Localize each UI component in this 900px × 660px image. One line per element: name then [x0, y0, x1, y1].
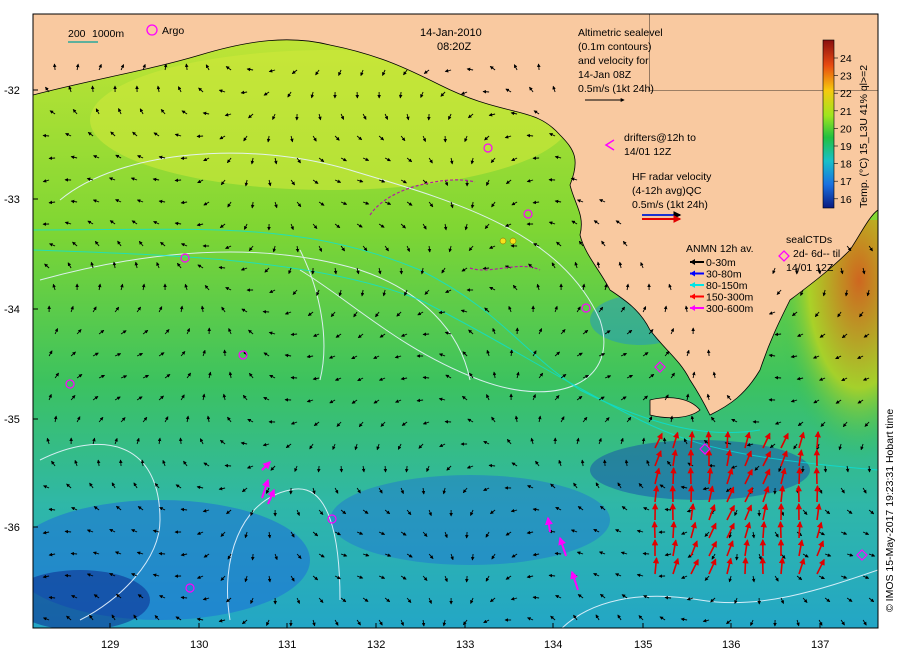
altimetry-line-5: 0.5m/s (1kt 24h) [578, 83, 654, 95]
scale-label-1000m: 1000m [92, 28, 124, 40]
colorbar-ramp [822, 39, 835, 209]
colorbar-tick-label: 17 [840, 176, 852, 188]
anmn-legend-label: 300-600m [706, 303, 754, 315]
x-tick-label: 136 [722, 639, 740, 651]
x-tick-label: 134 [544, 639, 562, 651]
y-tick-label: -34 [4, 304, 20, 316]
plot-area [33, 14, 878, 628]
drifters-line-2: 14/01 12Z [624, 146, 672, 158]
anmn-title: ANMN 12h av. [686, 243, 754, 255]
anmn-legend-label: 30-80m [706, 269, 742, 281]
altimetry-line-1: Altimetric sealevel [578, 27, 663, 39]
x-tick-label: 130 [190, 639, 208, 651]
x-tick-label: 131 [278, 639, 296, 651]
altimetry-line-3: and velocity for [578, 55, 649, 67]
altimetry-line-4: 14-Jan 08Z [578, 69, 632, 81]
colorbar-tick-label: 23 [840, 71, 852, 83]
credit-text: © IMOS 15-May-2017 19:23:31 Hobart time [884, 409, 896, 612]
y-tick-label: -35 [4, 414, 20, 426]
sealctd-title: sealCTDs [786, 234, 832, 246]
sealctd-line-1: 2d- 6d-- til [793, 248, 840, 260]
colorbar-tick-label: 20 [840, 123, 852, 135]
x-tick-label: 135 [634, 639, 652, 651]
hf-line-2: (4-12h avg)QC [632, 185, 702, 197]
x-tick-label: 133 [456, 639, 474, 651]
hf-line-1: HF radar velocity [632, 171, 712, 183]
colorbar-tick-label: 22 [840, 88, 852, 100]
x-tick-label: 137 [811, 639, 829, 651]
colorbar-tick-label: 18 [840, 159, 852, 171]
anmn-legend-label: 0-30m [706, 257, 736, 269]
altimetry-line-2: (0.1m contours) [578, 41, 652, 53]
colorbar-tick-label: 21 [840, 106, 852, 118]
colorbar-tick-label: 16 [840, 194, 852, 206]
y-tick-label: -36 [4, 522, 20, 534]
time-title: 08:20Z [437, 41, 472, 53]
hf-line-3: 0.5m/s (1kt 24h) [632, 199, 708, 211]
y-tick-label: -33 [4, 194, 20, 206]
colorbar-tick-label: 24 [840, 53, 852, 65]
colorbar-title: Temp. (°C) 15_L3U 41% ql>=2 [858, 65, 870, 208]
drifters-line-1: drifters@12h to [624, 132, 696, 144]
x-tick-label: 129 [101, 639, 119, 651]
date-title: 14-Jan-2010 [420, 27, 482, 39]
sealctd-line-2: 14/01 12Z [786, 262, 834, 274]
anmn-legend-label: 150-300m [706, 292, 754, 304]
sst-map: -32 -33 -34 -35 -36 129 130 131 132 133 134 135 136… [4, 13, 896, 651]
y-tick-label: -32 [4, 85, 20, 97]
colorbar-tick-label: 19 [840, 141, 852, 153]
scale-label-200: 200 [68, 28, 86, 40]
argo-label: Argo [162, 25, 184, 37]
x-tick-label: 132 [367, 639, 385, 651]
anmn-legend-label: 80-150m [706, 280, 748, 292]
